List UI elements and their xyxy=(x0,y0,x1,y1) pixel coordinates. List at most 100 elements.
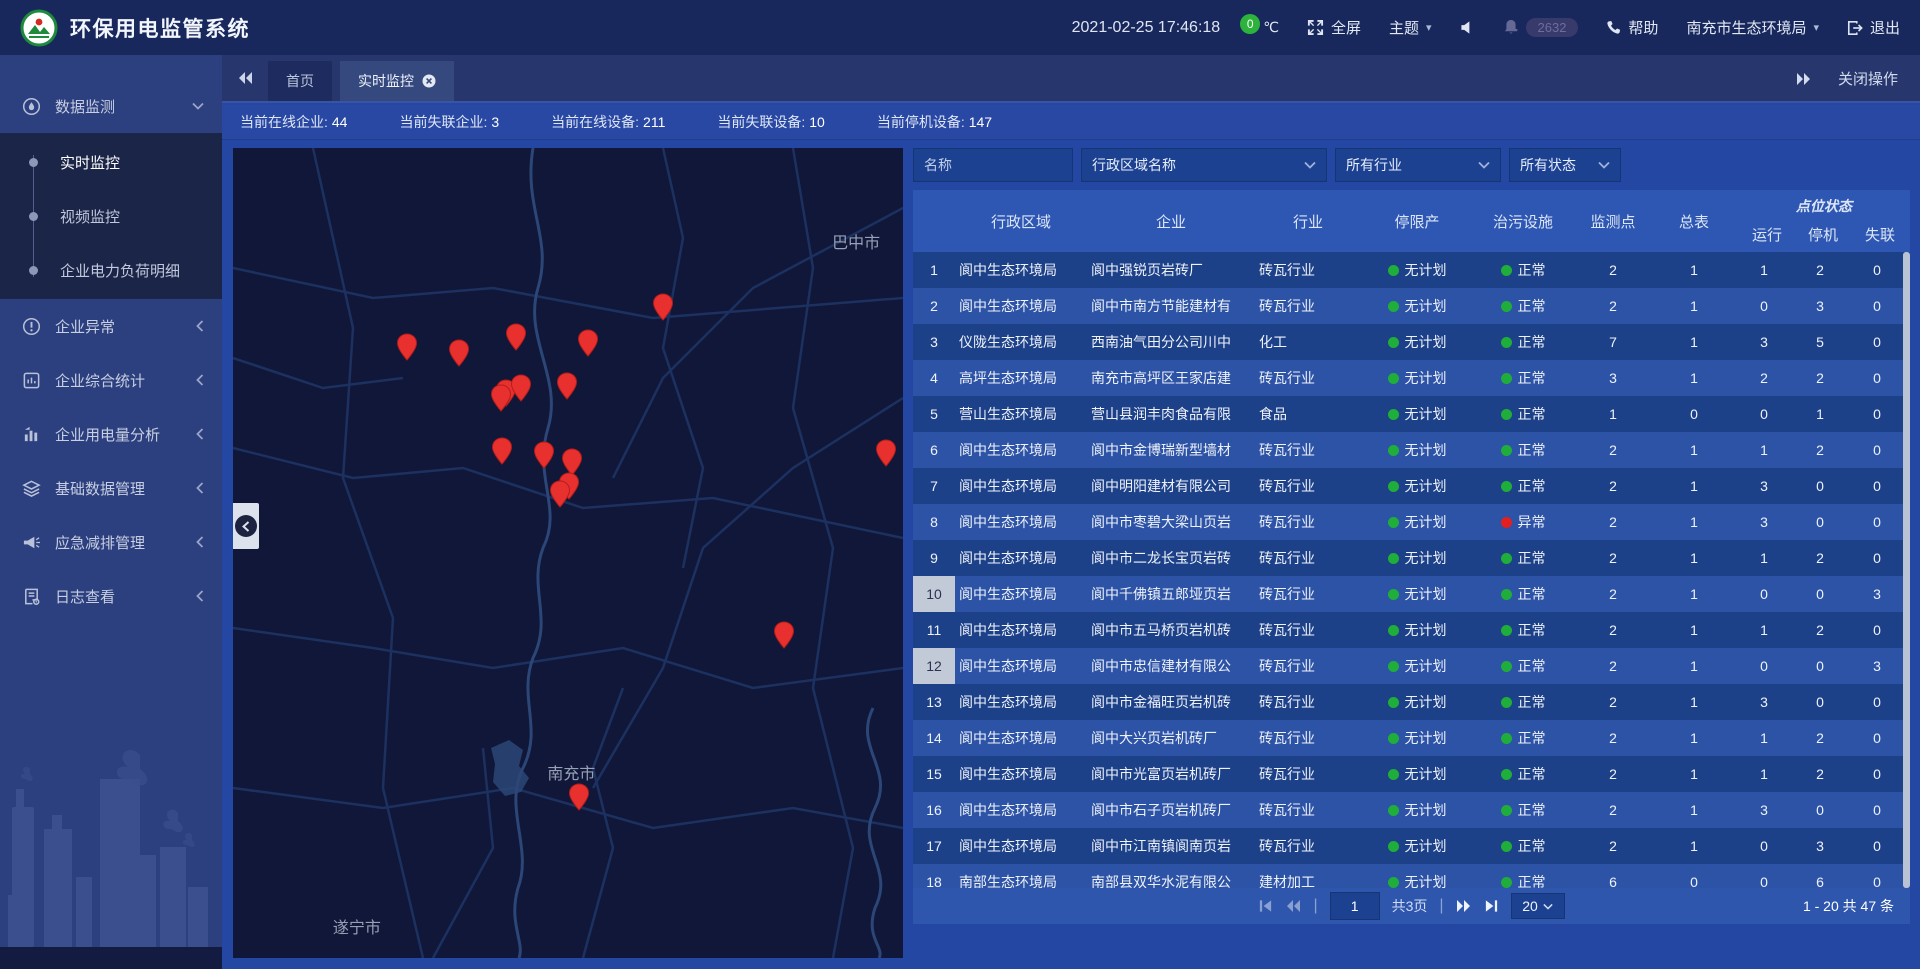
sidebar-item-data-monitoring[interactable]: 数据监测 xyxy=(0,79,222,133)
status-select[interactable]: 所有状态 xyxy=(1509,148,1621,182)
sidebar-subitem-label: 视频监控 xyxy=(60,206,120,227)
map-panel[interactable]: 巴中市南充市遂宁市 xyxy=(233,148,903,958)
page-number-input[interactable] xyxy=(1330,892,1380,920)
stop-count-cell: 5 xyxy=(1793,324,1847,360)
sidebar-item-emergency-reduction[interactable]: 应急减排管理 xyxy=(0,515,222,569)
close-operations-button[interactable]: 关闭操作 xyxy=(1838,68,1898,89)
map-pin-icon[interactable] xyxy=(505,323,527,351)
table-row[interactable]: 5营山生态环境局营山县润丰肉食品有限食品无计划正常10010 xyxy=(913,396,1910,432)
status-dot-green xyxy=(1501,409,1512,420)
row-index-cell: 6 xyxy=(913,432,955,468)
stat-label: 当前在线设备: xyxy=(551,114,639,130)
tab-realtime-monitoring[interactable]: 实时监控 xyxy=(340,61,454,101)
next-page-button[interactable] xyxy=(1456,899,1472,913)
meter-cell: 1 xyxy=(1653,648,1735,684)
sidebar-item-base-data[interactable]: 基础数据管理 xyxy=(0,461,222,515)
first-page-button[interactable] xyxy=(1258,899,1273,913)
panel-bottom-gap xyxy=(913,924,1910,958)
points-cell: 2 xyxy=(1573,252,1653,288)
region-select[interactable]: 行政区域名称 xyxy=(1081,148,1327,182)
tab-close-icon[interactable] xyxy=(422,74,436,88)
theme-menu[interactable]: 主题 ▾ xyxy=(1389,17,1432,38)
table-scrollbar[interactable] xyxy=(1903,252,1910,888)
sidebar-item-log-view[interactable]: 日志查看 xyxy=(0,569,222,623)
table-row[interactable]: 11阆中生态环境局阆中市五马桥页岩机砖砖瓦行业无计划正常21120 xyxy=(913,612,1910,648)
map-pin-icon[interactable] xyxy=(875,439,897,467)
sidebar-item-realtime-monitoring[interactable]: 实时监控 xyxy=(0,135,222,189)
stop-count-cell: 0 xyxy=(1793,648,1847,684)
limit-status-cell: 无计划 xyxy=(1361,324,1473,360)
table-row[interactable]: 6阆中生态环境局阆中市金博瑞新型墙材砖瓦行业无计划正常21120 xyxy=(913,432,1910,468)
sound-mute-button[interactable] xyxy=(1460,20,1475,35)
table-row[interactable]: 8阆中生态环境局阆中市枣碧大梁山页岩砖瓦行业无计划异常21300 xyxy=(913,504,1910,540)
last-page-button[interactable] xyxy=(1484,899,1499,913)
help-button[interactable]: 帮助 xyxy=(1606,17,1658,38)
tab-home[interactable]: 首页 xyxy=(268,61,332,101)
org-menu[interactable]: 南充市生态环境局 ▾ xyxy=(1686,17,1819,38)
fullscreen-button[interactable]: 全屏 xyxy=(1307,17,1361,38)
map-collapse-button[interactable] xyxy=(233,503,259,549)
table-row[interactable]: 2阆中生态环境局阆中市南方节能建材有砖瓦行业无计划正常21030 xyxy=(913,288,1910,324)
meter-cell: 1 xyxy=(1653,468,1735,504)
map-pin-icon[interactable] xyxy=(491,437,513,465)
tabs-scroll-left-button[interactable] xyxy=(222,55,268,101)
table-row[interactable]: 15阆中生态环境局阆中市光富页岩机砖厂砖瓦行业无计划正常21120 xyxy=(913,756,1910,792)
stop-count-cell: 3 xyxy=(1793,288,1847,324)
table-row[interactable]: 18南部生态环境局南部县双华水泥有限公建材加工无计划正常60060 xyxy=(913,864,1910,888)
stop-count-cell: 2 xyxy=(1793,432,1847,468)
sidebar-item-power-load-detail[interactable]: 企业电力负荷明细 xyxy=(0,243,222,297)
map-pin-icon[interactable] xyxy=(652,293,674,321)
column-header-index xyxy=(913,190,955,252)
points-cell: 1 xyxy=(1573,396,1653,432)
map-pin-icon[interactable] xyxy=(448,339,470,367)
stop-count-cell: 3 xyxy=(1793,828,1847,864)
table-row[interactable]: 13阆中生态环境局阆中市金福旺页岩机砖砖瓦行业无计划正常21300 xyxy=(913,684,1910,720)
sidebar-item-power-analysis[interactable]: 企业用电量分析 xyxy=(0,407,222,461)
map-pin-icon[interactable] xyxy=(568,783,590,811)
map-pin-icon[interactable] xyxy=(396,333,418,361)
facility-status-cell: 正常 xyxy=(1473,360,1573,396)
column-header-industry: 行业 xyxy=(1255,190,1361,252)
sidebar-item-label: 数据监测 xyxy=(55,96,115,117)
table-row[interactable]: 14阆中生态环境局阆中大兴页岩机砖厂砖瓦行业无计划正常21120 xyxy=(913,720,1910,756)
sidebar-item-enterprise-statistics[interactable]: 企业综合统计 xyxy=(0,353,222,407)
table-row[interactable]: 17阆中生态环境局阆中市江南镇阆南页岩砖瓦行业无计划正常21030 xyxy=(913,828,1910,864)
facility-status-cell: 正常 xyxy=(1473,468,1573,504)
industry-cell: 建材加工 xyxy=(1255,864,1361,888)
table-row[interactable]: 9阆中生态环境局阆中市二龙长宝页岩砖砖瓦行业无计划正常21120 xyxy=(913,540,1910,576)
industry-cell: 砖瓦行业 xyxy=(1255,828,1361,864)
sidebar-item-video-monitoring[interactable]: 视频监控 xyxy=(0,189,222,243)
status-dot-green xyxy=(1501,481,1512,492)
table-row[interactable]: 4高坪生态环境局南充市高坪区王家店建砖瓦行业无计划正常31220 xyxy=(913,360,1910,396)
table-row[interactable]: 7阆中生态环境局阆中明阳建材有限公司砖瓦行业无计划正常21300 xyxy=(913,468,1910,504)
lost-count-cell: 0 xyxy=(1847,288,1907,324)
table-row[interactable]: 16阆中生态环境局阆中市石子页岩机砖厂砖瓦行业无计划正常21300 xyxy=(913,792,1910,828)
page-size-select[interactable]: 20 xyxy=(1511,893,1565,919)
industry-select[interactable]: 所有行业 xyxy=(1335,148,1501,182)
table-row[interactable]: 3仪陇生态环境局西南油气田分公司川中化工无计划正常71350 xyxy=(913,324,1910,360)
industry-cell: 砖瓦行业 xyxy=(1255,504,1361,540)
stop-count-cell: 1 xyxy=(1793,396,1847,432)
table-row[interactable]: 12阆中生态环境局阆中市忠信建材有限公砖瓦行业无计划正常21003 xyxy=(913,648,1910,684)
company-cell: 营山县润丰肉食品有限 xyxy=(1087,396,1255,432)
tabs-scroll-right-button[interactable] xyxy=(1796,72,1812,86)
map-pin-icon[interactable] xyxy=(577,329,599,357)
map-pin-icon[interactable] xyxy=(549,480,571,508)
name-search-input[interactable] xyxy=(913,148,1073,182)
app-logo-icon xyxy=(20,9,58,47)
column-header-stop: 停机 xyxy=(1796,216,1850,252)
status-dot-green xyxy=(1501,301,1512,312)
map-pin-icon[interactable] xyxy=(533,441,555,469)
map-pin-icon[interactable] xyxy=(490,384,512,412)
industry-cell: 砖瓦行业 xyxy=(1255,648,1361,684)
logout-button[interactable]: 退出 xyxy=(1847,17,1900,38)
notifications-button[interactable]: 2632 xyxy=(1503,18,1579,37)
prev-page-button[interactable] xyxy=(1285,899,1301,913)
log-document-icon xyxy=(22,587,41,606)
map-pin-icon[interactable] xyxy=(773,621,795,649)
map-pin-icon[interactable] xyxy=(510,374,532,402)
table-row[interactable]: 10阆中生态环境局阆中千佛镇五郎垭页岩砖瓦行业无计划正常21003 xyxy=(913,576,1910,612)
table-row[interactable]: 1阆中生态环境局阆中强锐页岩砖厂砖瓦行业无计划正常21120 xyxy=(913,252,1910,288)
sidebar-item-enterprise-anomaly[interactable]: 企业异常 xyxy=(0,299,222,353)
map-pin-icon[interactable] xyxy=(556,372,578,400)
